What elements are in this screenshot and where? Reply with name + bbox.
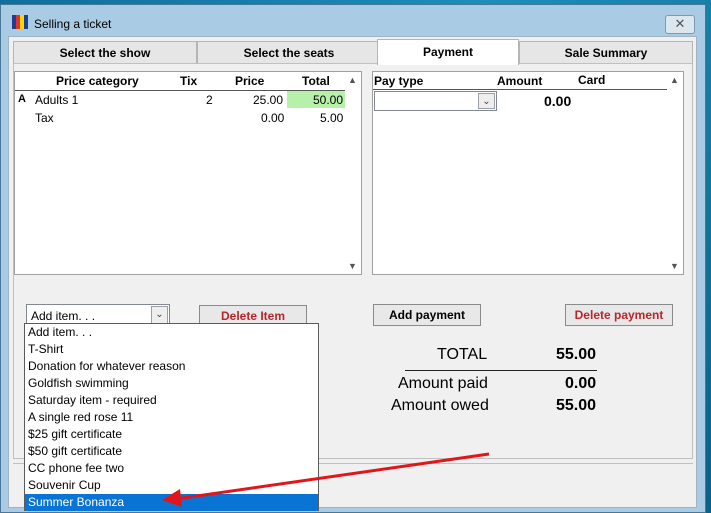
row-category: Tax: [35, 111, 54, 125]
add-payment-button[interactable]: Add payment: [373, 304, 481, 326]
scroll-down-icon[interactable]: ▼: [670, 261, 679, 271]
row-total: 5.00: [320, 111, 344, 125]
row-tix: 2: [206, 93, 213, 107]
window-title: Selling a ticket: [34, 17, 112, 31]
items-grid[interactable]: Price category Tix Price Total A Adults …: [14, 71, 362, 275]
scroll-down-icon[interactable]: ▼: [348, 261, 357, 271]
table-row[interactable]: Tax 0.00 5.00: [15, 109, 345, 127]
total-value: 55.00: [556, 346, 597, 363]
header-pay-type: Pay type: [374, 74, 424, 88]
header-price-category: Price category: [56, 74, 139, 88]
table-row[interactable]: A Adults 1 2 25.00 50.00: [15, 91, 345, 109]
list-item[interactable]: Saturday item - required: [25, 392, 318, 409]
add-item-selected: Add item. . .: [31, 309, 96, 323]
list-item[interactable]: Donation for whatever reason: [25, 358, 318, 375]
total-label: TOTAL: [437, 346, 488, 363]
amount-owed-value: 55.00: [556, 397, 597, 414]
list-item[interactable]: Goldfish swimming: [25, 375, 318, 392]
header-tix: Tix: [180, 74, 198, 88]
list-item[interactable]: $50 gift certificate: [25, 443, 318, 460]
amount-paid-value: 0.00: [565, 375, 597, 392]
tab-payment[interactable]: Payment: [377, 39, 519, 65]
list-item[interactable]: CC phone fee two: [25, 460, 318, 477]
header-amount: Amount: [497, 74, 543, 88]
row-marker: A: [18, 93, 26, 105]
row-price: 0.00: [261, 111, 285, 125]
delete-payment-button[interactable]: Delete payment: [565, 304, 673, 326]
row-total: 50.00: [313, 93, 344, 107]
tab-strip: Select the show Select the seats Payment…: [13, 39, 695, 65]
payment-grid-header: Pay type Amount Card: [373, 72, 667, 90]
list-item[interactable]: $25 gift certificate: [25, 426, 318, 443]
list-item[interactable]: Add item. . .: [25, 324, 318, 341]
list-item[interactable]: T-Shirt: [25, 341, 318, 358]
payment-scrollbar[interactable]: ▲ ▼: [667, 72, 683, 274]
header-price: Price: [235, 74, 265, 88]
amount-paid-label: Amount paid: [398, 375, 488, 392]
header-total: Total: [302, 74, 330, 88]
row-category: Adults 1: [35, 93, 79, 107]
payment-grid[interactable]: Pay type Amount Card ⌄ 0.00 ▲ ▼: [372, 71, 684, 275]
close-icon: ✕: [674, 16, 686, 31]
items-grid-header: Price category Tix Price Total: [15, 72, 345, 90]
row-price: 25.00: [253, 93, 284, 107]
totals-divider: [405, 370, 597, 371]
tab-sale-summary[interactable]: Sale Summary: [519, 41, 693, 63]
tab-select-seats[interactable]: Select the seats: [197, 41, 381, 63]
list-item[interactable]: Souvenir Cup: [25, 477, 318, 494]
pay-type-select[interactable]: ⌄: [374, 91, 497, 111]
items-scrollbar[interactable]: ▲ ▼: [345, 72, 361, 274]
amount-owed-label: Amount owed: [391, 397, 489, 414]
list-item-selected[interactable]: Summer Bonanza: [25, 494, 318, 511]
payment-header-divider: [373, 89, 667, 90]
tab-select-show[interactable]: Select the show: [13, 41, 197, 63]
list-item[interactable]: A single red rose 11: [25, 409, 318, 426]
header-card: Card: [578, 73, 606, 87]
scroll-up-icon[interactable]: ▲: [670, 75, 679, 85]
scroll-up-icon[interactable]: ▲: [348, 75, 357, 85]
title-bar[interactable]: Selling a ticket ✕: [1, 5, 705, 35]
close-button[interactable]: ✕: [665, 15, 695, 34]
chevron-down-icon[interactable]: ⌄: [478, 93, 495, 109]
app-icon: [12, 15, 28, 29]
payment-amount: 0.00: [544, 93, 572, 109]
add-item-dropdown-list[interactable]: Add item. . . T-Shirt Donation for whate…: [24, 323, 319, 511]
